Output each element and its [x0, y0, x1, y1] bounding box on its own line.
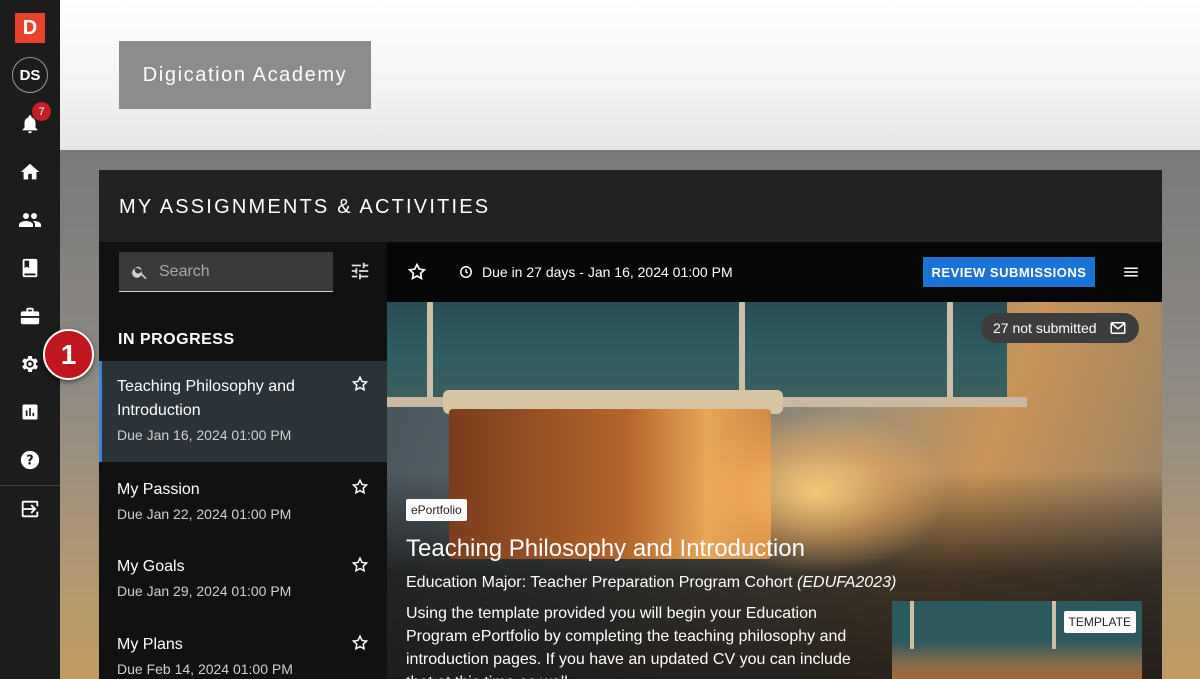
assignments-panel: MY ASSIGNMENTS & ACTIVITIES IN PROGRESS … — [99, 170, 1162, 679]
item-due-date: Due Jan 22, 2024 01:00 PM — [117, 506, 292, 522]
assignment-title: Teaching Philosophy and Introduction — [406, 535, 805, 562]
template-tag: TEMPLATE — [1063, 611, 1136, 633]
notification-count-badge: 7 — [32, 102, 51, 121]
app-logo[interactable]: D — [15, 13, 45, 43]
section-label-in-progress: IN PROGRESS — [118, 331, 235, 348]
user-avatar[interactable]: DS — [12, 57, 48, 93]
tune-icon — [349, 260, 373, 282]
step-marker: 1 — [43, 329, 94, 380]
item-title: My Passion — [117, 481, 200, 498]
site-logo[interactable]: Digication Academy — [119, 41, 371, 109]
favorite-star-icon[interactable] — [407, 262, 427, 282]
due-date-text: Due in 27 days - Jan 16, 2024 01:00 PM — [482, 264, 733, 280]
notifications-button[interactable] — [0, 104, 60, 144]
rail-divider — [0, 485, 60, 486]
star-icon[interactable] — [351, 556, 369, 574]
hero-image: 27 not submitted ePortfolio Teaching Phi… — [387, 302, 1162, 679]
svg-text:?: ? — [26, 454, 33, 469]
item-title: My Plans — [117, 636, 183, 653]
review-submissions-button[interactable]: REVIEW SUBMISSIONS — [923, 257, 1095, 287]
nav-home[interactable] — [0, 152, 60, 192]
item-due-date: Due Feb 14, 2024 01:00 PM — [117, 661, 293, 677]
people-icon — [18, 208, 42, 232]
hero-frame-post — [427, 302, 433, 397]
item-title: Teaching Philosophy and Introduction — [117, 378, 295, 419]
bar-chart-icon — [20, 402, 40, 422]
thumbnail-frame-post — [910, 601, 914, 649]
search-input[interactable] — [159, 262, 319, 281]
help-icon: ? — [19, 449, 41, 471]
book-icon — [19, 257, 41, 279]
not-submitted-chip[interactable]: 27 not submitted — [981, 313, 1139, 343]
nav-portfolio[interactable] — [0, 296, 60, 336]
filter-button[interactable] — [349, 260, 373, 284]
nav-library[interactable] — [0, 248, 60, 288]
hero-frame-post — [739, 302, 745, 397]
clock-icon — [459, 265, 473, 279]
hero-frame-post — [947, 302, 953, 397]
gear-icon — [19, 353, 41, 375]
star-icon[interactable] — [351, 634, 369, 652]
star-icon[interactable] — [351, 478, 369, 496]
not-submitted-count: 27 not submitted — [993, 320, 1097, 336]
course-name-text: Education Major: Teacher Preparation Pro… — [406, 574, 793, 591]
site-banner: Digication Academy — [60, 0, 1200, 150]
list-item[interactable]: My Passion Due Jan 22, 2024 01:00 PM — [99, 464, 387, 542]
list-item[interactable]: My Plans Due Feb 14, 2024 01:00 PM — [99, 620, 387, 679]
nav-logout[interactable] — [0, 489, 60, 529]
item-due-date: Due Jan 16, 2024 01:00 PM — [117, 427, 292, 443]
nav-reports[interactable] — [0, 392, 60, 432]
course-name: Education Major: Teacher Preparation Pro… — [406, 574, 896, 592]
type-tag: ePortfolio — [406, 499, 467, 521]
hero-chalkboard — [387, 302, 1007, 397]
item-due-date: Due Jan 29, 2024 01:00 PM — [117, 583, 292, 599]
search-icon — [131, 263, 149, 281]
template-thumbnail[interactable]: TEMPLATE — [892, 601, 1142, 679]
list-item[interactable]: My Goals Due Jan 29, 2024 01:00 PM — [99, 542, 387, 620]
menu-icon[interactable] — [1122, 263, 1140, 281]
star-icon[interactable] — [351, 375, 369, 393]
course-code: (EDUFA2023) — [797, 574, 897, 591]
nav-people[interactable] — [0, 200, 60, 240]
exit-icon — [19, 498, 41, 520]
nav-help[interactable]: ? — [0, 440, 60, 480]
thumbnail-frame-post — [1052, 601, 1056, 649]
assignment-list: IN PROGRESS Teaching Philosophy and Intr… — [99, 242, 387, 679]
home-icon — [19, 161, 41, 183]
search-box[interactable] — [119, 252, 333, 292]
detail-toolbar: Due in 27 days - Jan 16, 2024 01:00 PM R… — [387, 242, 1162, 302]
panel-title: MY ASSIGNMENTS & ACTIVITIES — [119, 196, 491, 218]
item-title: My Goals — [117, 558, 185, 575]
assignment-detail: Due in 27 days - Jan 16, 2024 01:00 PM R… — [387, 242, 1162, 679]
assignment-description: Using the template provided you will beg… — [406, 605, 851, 679]
list-item[interactable]: Teaching Philosophy and Introduction Due… — [99, 361, 387, 462]
briefcase-icon — [19, 305, 41, 327]
mail-icon — [1109, 319, 1127, 337]
